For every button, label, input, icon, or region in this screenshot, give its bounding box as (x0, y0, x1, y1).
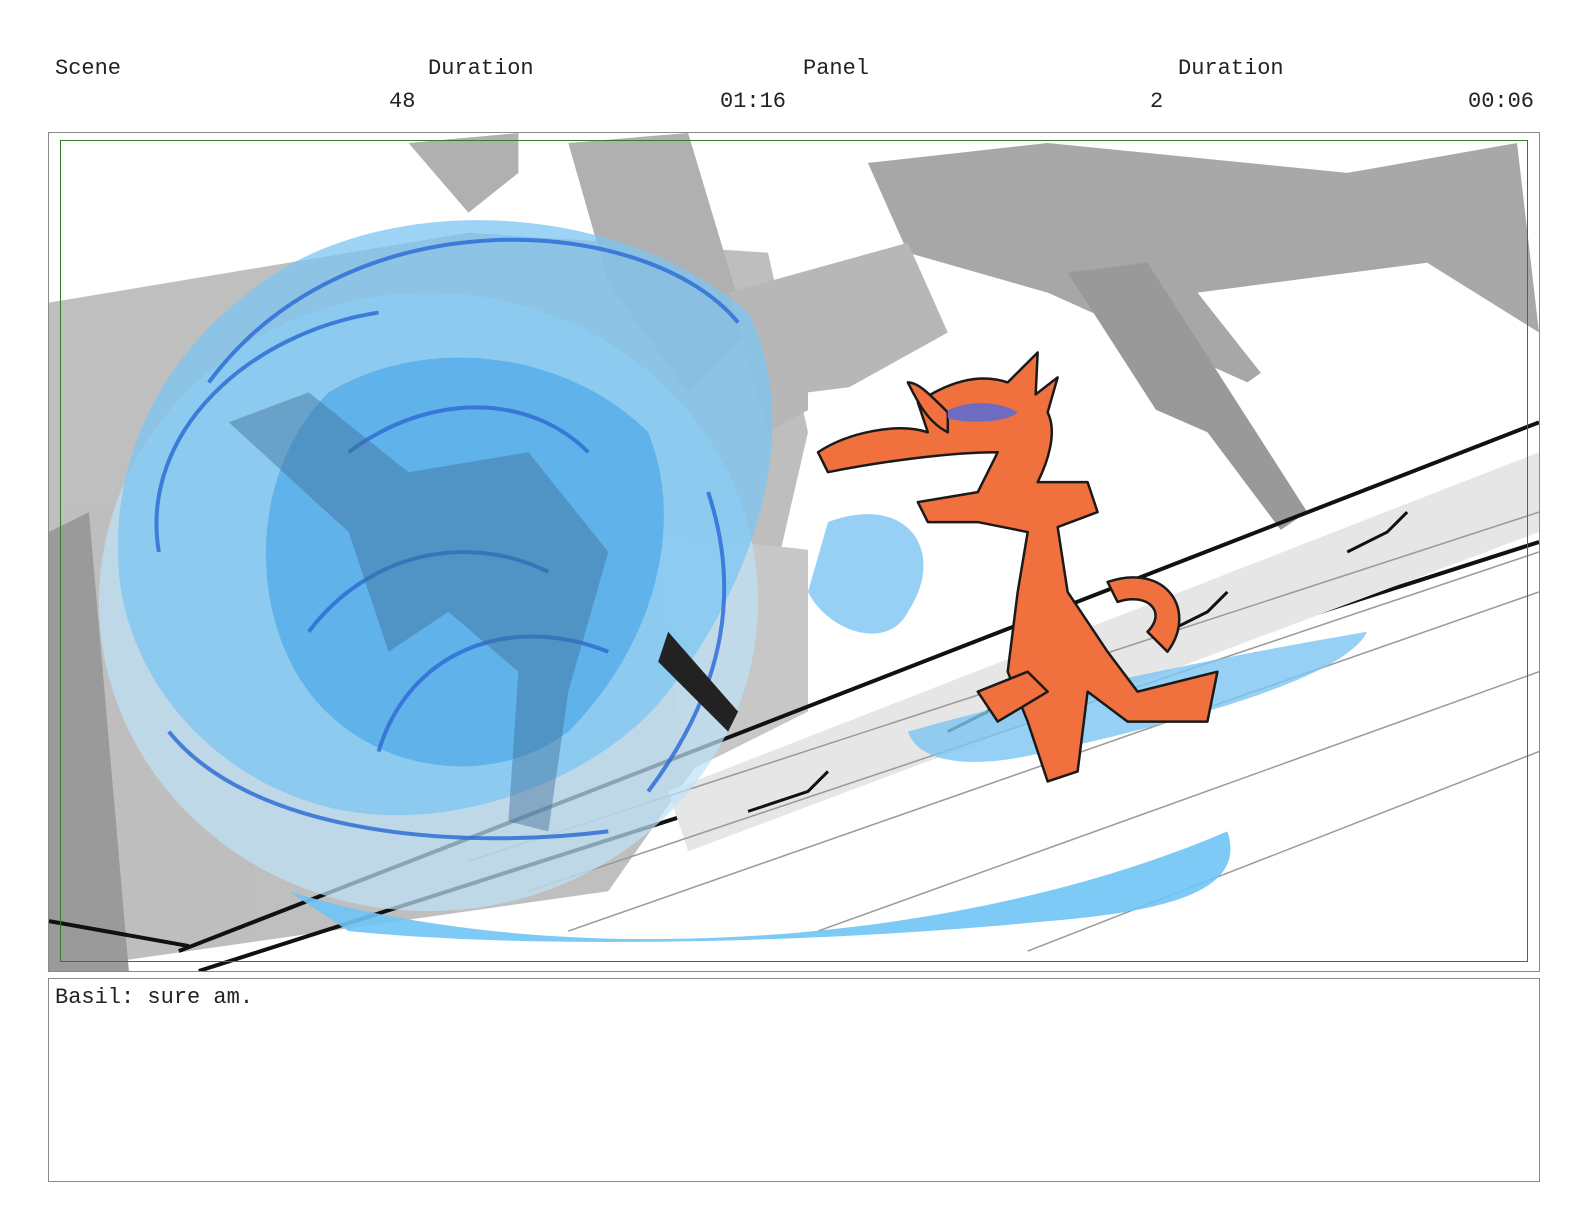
scene-number: 48 (389, 89, 416, 114)
storyboard-panel (48, 132, 1540, 972)
dialogue-text: Basil: sure am. (55, 985, 254, 1010)
scene-duration: 01:16 (720, 89, 787, 114)
panel-number: 2 (1150, 89, 1164, 114)
dialogue-box: Basil: sure am. (48, 978, 1540, 1182)
header-scene-duration-label: Duration (428, 56, 534, 81)
panel-duration: 00:06 (1468, 89, 1535, 114)
panel-artwork (49, 133, 1539, 971)
header-scene-label: Scene (55, 56, 122, 81)
header-panel-label: Panel (803, 56, 870, 81)
header-panel-duration-label: Duration (1178, 56, 1284, 81)
